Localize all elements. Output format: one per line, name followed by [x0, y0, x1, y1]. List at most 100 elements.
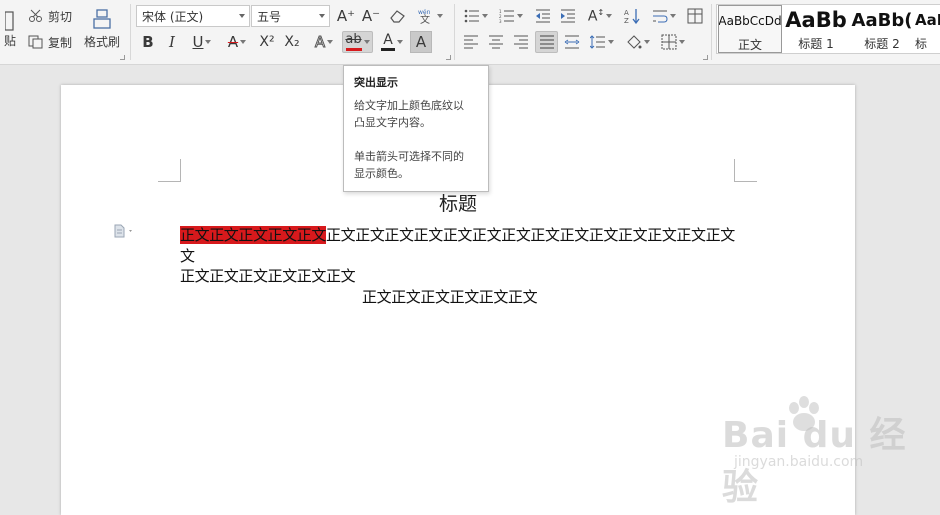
eraser-icon: [390, 10, 405, 23]
tooltip-text: 凸显文字内容。: [354, 116, 431, 129]
superscript-button[interactable]: X²: [256, 31, 278, 53]
margin-corner-mark: [158, 159, 181, 182]
bold-button[interactable]: B: [138, 31, 158, 53]
chevron-down-icon: [363, 40, 370, 44]
align-left-button[interactable]: [460, 31, 482, 53]
table-grid-button[interactable]: [684, 5, 706, 27]
highlight-button[interactable]: ab: [342, 31, 373, 53]
clipboard-group-launcher[interactable]: [120, 55, 125, 60]
table-grid-icon: [687, 8, 703, 24]
align-left-icon: [464, 35, 478, 49]
paragraph-line[interactable]: 正文正文正文正文正文正文: [180, 265, 356, 286]
style-preview: AaBb(: [851, 9, 913, 31]
show-hide-marks-button[interactable]: [648, 5, 680, 27]
font-color-button[interactable]: A: [377, 31, 407, 53]
divider: [130, 4, 131, 60]
style-normal[interactable]: AaBbCcDd 正文: [718, 5, 782, 53]
char-shading-icon: A: [415, 33, 427, 51]
highlight-icon: ab: [345, 33, 362, 51]
numbered-list-button[interactable]: 123: [496, 5, 526, 27]
distributed-button[interactable]: [561, 31, 583, 53]
cut-label: 剪切: [48, 9, 73, 24]
italic-button[interactable]: I: [162, 31, 182, 53]
borders-icon: [661, 34, 677, 50]
font-color-glyph: A: [383, 31, 393, 48]
paste-button[interactable]: 贴: [0, 4, 20, 54]
superscript-icon: X²: [259, 34, 275, 50]
paragraph-line-centered[interactable]: 正文正文正文正文正文正文: [362, 286, 538, 307]
decrease-font-button[interactable]: A⁻: [360, 5, 382, 27]
margin-corner-mark: [734, 159, 757, 182]
char-shading-button[interactable]: A: [410, 31, 432, 53]
chevron-down-icon: [608, 40, 614, 44]
font-size-value: 五号: [257, 9, 282, 24]
cut-button[interactable]: 剪切: [28, 6, 78, 26]
body-text[interactable]: 正文正文正文正文正文正文正文正文正文正文正文正文正文正文: [326, 226, 735, 244]
chevron-down-icon: [205, 40, 212, 44]
paragraph-line[interactable]: 文: [180, 245, 195, 266]
bullet-list-button[interactable]: [460, 5, 492, 27]
paragraph-shading-button[interactable]: [622, 31, 654, 53]
style-preview: AaBb: [785, 8, 847, 32]
strikethrough-button[interactable]: A: [222, 31, 252, 53]
clear-format-button[interactable]: [387, 5, 409, 27]
increase-indent-button[interactable]: [557, 5, 579, 27]
style-heading-2[interactable]: AaBb( 标题 2: [850, 5, 914, 53]
format-painter-button[interactable]: 格式刷: [80, 4, 124, 54]
increase-indent-icon: [561, 9, 575, 23]
align-right-button[interactable]: [510, 31, 532, 53]
underline-button[interactable]: U: [187, 31, 217, 53]
scissors-icon: [29, 9, 42, 22]
svg-text:3: 3: [499, 19, 502, 23]
tooltip-text: 显示颜色。: [354, 167, 409, 180]
paste-label: 贴: [3, 33, 16, 48]
paragraph-options-icon[interactable]: [113, 224, 137, 238]
font-color-icon: A: [381, 31, 395, 51]
align-center-button[interactable]: [485, 31, 507, 53]
change-case-button[interactable]: A↕: [584, 5, 616, 27]
font-family-select[interactable]: 宋体 (正文): [136, 5, 250, 27]
subscript-button[interactable]: X₂: [281, 31, 303, 53]
font-group-launcher[interactable]: [446, 55, 451, 60]
chevron-down-icon: [644, 40, 650, 44]
chevron-down-icon: [397, 40, 403, 44]
chevron-down-icon: [679, 40, 685, 44]
chevron-down-icon: [239, 14, 245, 18]
svg-text:Z: Z: [624, 17, 629, 24]
paint-bucket-icon: [627, 35, 642, 49]
paste-icon: [5, 10, 14, 31]
decrease-indent-button[interactable]: [532, 5, 554, 27]
style-heading-3[interactable]: AaI 标: [915, 5, 940, 53]
paragraph-line[interactable]: 正文正文正文正文正文正文正文正文正文正文正文正文正文正文正文正文正文正文正文: [180, 224, 735, 245]
divider: [454, 4, 455, 60]
copy-label: 复制: [48, 35, 73, 50]
style-name: 标题 2: [864, 37, 900, 51]
distributed-icon: [564, 35, 580, 49]
format-painter-label: 格式刷: [83, 34, 120, 49]
align-center-icon: [489, 35, 503, 49]
justify-icon: [539, 35, 554, 49]
justify-button[interactable]: [535, 31, 558, 53]
increase-font-button[interactable]: A⁺: [335, 5, 357, 27]
decrease-font-icon: A⁻: [361, 7, 381, 25]
tooltip-text: 单击箭头可选择不同的: [354, 150, 464, 163]
line-spacing-icon: [590, 35, 605, 49]
divider: [711, 4, 712, 60]
chevron-down-icon: [319, 14, 325, 18]
highlighted-text[interactable]: 正文正文正文正文正文: [180, 226, 326, 244]
paragraph-group-launcher[interactable]: [703, 55, 708, 60]
sort-button[interactable]: AZ: [621, 5, 643, 27]
copy-button[interactable]: 复制: [28, 32, 78, 52]
paintbrush-icon: [93, 8, 111, 29]
phonetic-guide-button[interactable]: wén 文: [414, 5, 446, 27]
text-effect-button[interactable]: A: [309, 31, 339, 53]
svg-text:文: 文: [420, 13, 430, 24]
underline-icon: U: [192, 33, 204, 51]
line-spacing-button[interactable]: [586, 31, 618, 53]
document-title[interactable]: 标题: [61, 189, 855, 216]
styles-gallery: AaBbCcDd 正文 AaBb 标题 1 AaBb( 标题 2 AaI 标: [716, 4, 940, 54]
borders-button[interactable]: [657, 31, 689, 53]
style-heading-1[interactable]: AaBb 标题 1: [783, 5, 849, 53]
align-right-icon: [514, 35, 528, 49]
font-size-select[interactable]: 五号: [251, 5, 330, 27]
